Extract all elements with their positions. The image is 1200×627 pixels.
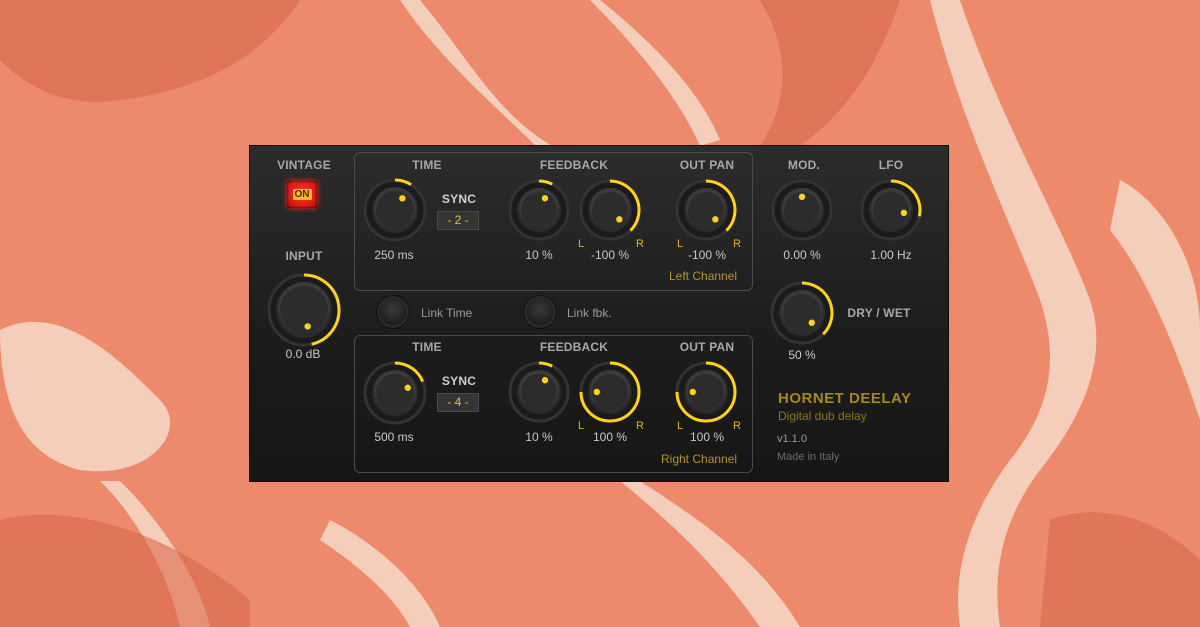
right-feedback-knob[interactable] [507,360,571,424]
dry-wet-value: 50 % [788,348,816,362]
right-feedback-pan-knob[interactable] [578,360,642,424]
brand-name: HORNET DEELAY [778,390,912,407]
right-time-value: 500 ms [374,430,414,444]
link-feedback-label: Link fbk. [567,306,612,320]
right-outpan-l: L [677,420,684,432]
lfo-label: LFO [878,158,904,172]
input-value: 0.0 dB [285,347,321,361]
right-outpan-label: OUT PAN [679,340,735,354]
left-feedback-pan-knob[interactable] [578,178,642,242]
left-time-value: 250 ms [374,248,414,262]
input-knob[interactable] [266,272,342,348]
dry-wet-label: DRY / WET [847,306,911,320]
right-outpan-knob[interactable] [674,360,738,424]
right-feedback-pan-l: L [578,420,585,432]
left-channel-label: Left Channel [669,269,738,283]
vintage-on-button[interactable]: ON [287,181,317,208]
vintage-label: VINTAGE [277,158,331,172]
input-label: INPUT [285,249,323,263]
mod-knob[interactable] [770,178,834,242]
link-time-label: Link Time [421,306,473,320]
left-outpan-label: OUT PAN [679,158,735,172]
right-sync-label: SYNC [441,374,477,388]
mod-label: MOD. [787,158,821,172]
right-feedback-value: 10 % [525,430,553,444]
right-feedback-pan-r: R [636,420,644,432]
origin-label: Made in Italy [777,451,840,463]
right-time-label: TIME [412,340,442,354]
left-feedback-label: FEEDBACK [539,158,609,172]
right-outpan-r: R [733,420,741,432]
lfo-knob[interactable] [859,178,923,242]
left-outpan-l: L [677,238,684,250]
mod-value: 0.00 % [783,248,821,262]
left-sync-label: SYNC [441,192,477,206]
right-time-knob[interactable] [362,360,428,426]
left-outpan-knob[interactable] [674,178,738,242]
link-time-toggle[interactable] [380,299,406,325]
left-feedback-knob[interactable] [507,178,571,242]
left-sync-selector[interactable]: - 2 - [437,211,479,230]
left-outpan-value: -100 % [687,248,727,262]
left-feedback-pan-r: R [636,238,644,250]
right-channel-label: Right Channel [661,452,738,466]
right-sync-selector[interactable]: - 4 - [437,393,479,412]
left-feedback-pan-value: -100 % [590,248,630,262]
left-time-label: TIME [412,158,442,172]
left-outpan-r: R [733,238,741,250]
link-feedback-toggle[interactable] [527,299,553,325]
dry-wet-knob[interactable] [769,280,835,346]
right-feedback-label: FEEDBACK [539,340,609,354]
left-feedback-pan-l: L [578,238,585,250]
lfo-value: 1.00 Hz [870,248,912,262]
right-feedback-pan-value: 100 % [592,430,628,444]
left-feedback-value: 10 % [525,248,553,262]
right-outpan-value: 100 % [689,430,725,444]
brand-tagline: Digital dub delay [778,409,867,423]
left-time-knob[interactable] [362,177,428,243]
version-label: v1.1.0 [777,433,807,445]
